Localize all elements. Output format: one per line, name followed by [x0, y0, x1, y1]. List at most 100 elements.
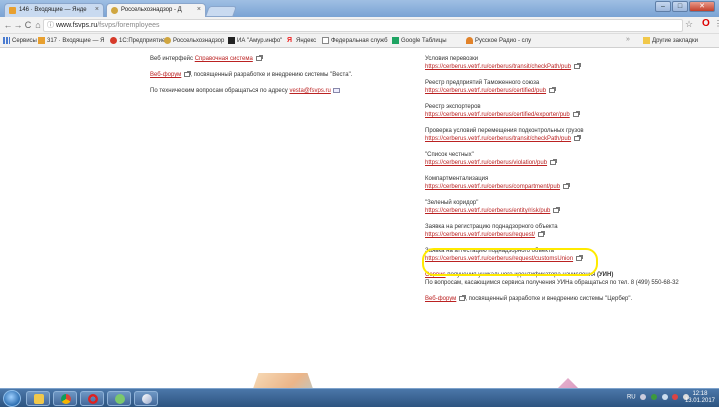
external-link-icon [255, 55, 263, 61]
vesta-email-link[interactable]: vesta@fsvps.ru [289, 88, 330, 94]
address-bar[interactable]: ⓘ www.fsvps.ru/fsvps/foremployees [43, 19, 683, 32]
yandex-icon: Я [287, 37, 293, 44]
bookmark-label: Федеральная служб [331, 38, 388, 44]
info-icon[interactable]: ⓘ [47, 20, 54, 31]
service-link[interactable]: https://cerberus.vetrf.ru/cerberus/entit… [425, 208, 550, 214]
bookmark-google-sheets[interactable]: Google Таблицы [392, 36, 447, 46]
system-tray: RU [627, 394, 689, 401]
antivirus-icon[interactable] [650, 394, 657, 400]
bookmark-apps[interactable]: Сервисы [3, 36, 37, 46]
external-link-icon [459, 295, 467, 301]
windows-taskbar: RU 12:18 13.01.2017 [0, 388, 719, 407]
bookmark-label: ИА "Амур.инфо" [237, 38, 283, 44]
service-title: Компартментализация [425, 176, 489, 182]
flag-icon[interactable] [672, 394, 679, 400]
arrow-icon [110, 37, 117, 44]
taskbar-chrome[interactable] [53, 391, 77, 406]
clock[interactable]: 12:18 13.01.2017 [685, 391, 715, 405]
maximize-button[interactable]: □ [672, 1, 688, 12]
bookmark-amur-info[interactable]: ИА "Амур.инфо" [228, 36, 282, 46]
service-link[interactable]: https://cerberus.vetrf.ru/cerberus/trans… [425, 64, 571, 70]
left-column: Веб интерфейс Справочная система Веб-фор… [150, 55, 390, 103]
service-item: Реестр предприятий Таможенного союза htt… [425, 79, 695, 95]
apps-icon [3, 37, 10, 44]
service-title: Условия перевозки [425, 56, 479, 62]
menu-icon[interactable]: ⋮ [714, 19, 719, 28]
taskbar-explorer[interactable] [26, 391, 50, 406]
bookmark-yandex[interactable]: Я Яндекс [287, 36, 316, 46]
tech-support-line: По техническим вопросам обращаться по ад… [150, 87, 390, 95]
folder-icon [643, 37, 650, 44]
page-content: Веб интерфейс Справочная система Веб-фор… [0, 48, 719, 406]
service-item-registration-request: Заявка на регистрацию поднадзорного объе… [425, 223, 695, 239]
tab-rosselkhoznadzor[interactable]: Россельхознадзор - Д × [106, 3, 206, 17]
bookmark-label: 1С:Предприятие [119, 38, 166, 44]
browser-toolbar: ← → C ⌂ ⓘ www.fsvps.ru/fsvps/foremployee… [0, 17, 719, 34]
external-link-icon [553, 207, 561, 213]
sheets-icon [392, 37, 399, 44]
external-link-icon [574, 135, 582, 141]
web-interface-line: Веб интерфейс Справочная система [150, 55, 390, 63]
bookmark-label: Сервисы [12, 38, 37, 44]
close-tab-icon[interactable]: × [95, 6, 99, 13]
bookmark-1c[interactable]: 1С:Предприятие [110, 36, 165, 46]
bookmark-label: 317 · Входящие — Я [47, 38, 105, 44]
tab-title: 146 · Входящие — Янде [19, 7, 87, 13]
mail-icon [38, 37, 45, 44]
browser-tab-strip: 146 · Входящие — Янде × Россельхознадзор… [0, 0, 719, 17]
web-interface-label: Веб интерфейс [150, 56, 194, 62]
help-system-link[interactable]: Справочная система [195, 56, 253, 62]
emblem-icon [111, 7, 118, 14]
bookmark-russkoe-radio[interactable]: Русское Радио - слу [466, 36, 531, 46]
app-icon [115, 394, 125, 404]
news-icon [228, 37, 235, 44]
service-link[interactable]: https://cerberus.vetrf.ru/cerberus/trans… [425, 136, 571, 142]
folder-icon [34, 394, 44, 404]
close-window-button[interactable]: ✕ [689, 1, 715, 12]
external-link-icon [550, 159, 558, 165]
service-link[interactable]: https://cerberus.vetrf.ru/cerberus/certi… [425, 112, 570, 118]
cerberus-forum-link[interactable]: Веб-форум [425, 296, 456, 302]
other-bookmarks[interactable]: Другие закладки [643, 36, 698, 46]
service-item: "Список честных" https://cerberus.vetrf.… [425, 151, 695, 167]
clock-date: 13.01.2017 [684, 398, 715, 404]
external-link-icon [574, 63, 582, 69]
chrome-icon [61, 394, 71, 404]
registration-request-link[interactable]: https://cerberus.vetrf.ru/cerberus/reque… [425, 232, 535, 238]
taskbar-paint[interactable] [134, 391, 158, 406]
minimize-button[interactable]: – [655, 1, 671, 12]
vesta-forum-text: , посвященный разработке и внедрению сис… [190, 72, 353, 78]
mail-icon [332, 88, 340, 93]
tray-arrow-icon[interactable] [640, 394, 647, 400]
external-link-icon [549, 87, 557, 93]
page-icon [322, 37, 329, 44]
network-icon[interactable] [661, 394, 668, 400]
bookmark-mail[interactable]: 317 · Входящие — Я [38, 36, 104, 46]
uin-phone-text: По вопросам, касающимся сервиса получени… [425, 280, 679, 286]
bookmark-federal-service[interactable]: Федеральная служб [322, 36, 388, 46]
service-item: Проверка условий перемещения подконтроль… [425, 127, 695, 143]
external-link-icon [538, 231, 546, 237]
bookmarks-overflow-button[interactable]: » [626, 36, 630, 43]
taskbar-opera[interactable] [80, 391, 104, 406]
opera-icon[interactable]: O [702, 18, 710, 29]
service-link[interactable]: https://cerberus.vetrf.ru/cerberus/viola… [425, 160, 547, 166]
service-link[interactable]: https://cerberus.vetrf.ru/cerberus/compa… [425, 184, 560, 190]
uin-abbr: (УИН) [596, 272, 614, 278]
window-controls: – □ ✕ [655, 1, 715, 12]
bookmark-star-icon[interactable]: ☆ [685, 19, 693, 30]
bookmark-label: Другие закладки [652, 38, 698, 44]
language-indicator[interactable]: RU [627, 395, 636, 401]
bookmark-rosselkhoznadzor[interactable]: Россельхознадзор [164, 36, 224, 46]
close-tab-icon[interactable]: × [197, 6, 201, 13]
external-link-icon [563, 183, 571, 189]
url-host: www.fsvps.ru [56, 22, 98, 29]
start-button[interactable] [3, 390, 21, 407]
service-title: Проверка условий перемещения подконтроль… [425, 128, 584, 134]
new-tab-button[interactable] [204, 6, 238, 17]
vesta-forum-link[interactable]: Веб-форум [150, 72, 181, 78]
taskbar-app[interactable] [107, 391, 131, 406]
external-link-icon [572, 111, 580, 117]
service-link[interactable]: https://cerberus.vetrf.ru/cerberus/certi… [425, 88, 546, 94]
tab-mail[interactable]: 146 · Входящие — Янде × [4, 3, 104, 17]
